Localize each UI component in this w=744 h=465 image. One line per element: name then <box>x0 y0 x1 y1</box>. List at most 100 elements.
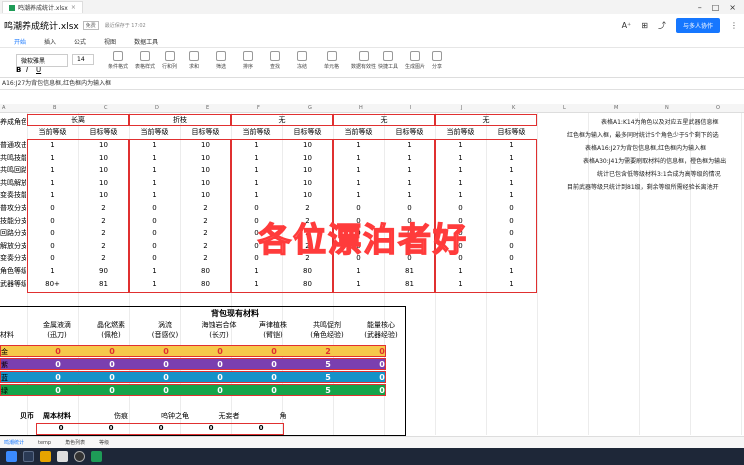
material-count[interactable]: 0 <box>247 372 301 384</box>
column-letter[interactable]: H <box>359 105 363 111</box>
column-letter[interactable]: N <box>665 105 669 111</box>
table-cell[interactable]: 2 <box>78 216 129 227</box>
table-cell[interactable]: 1 <box>333 165 384 176</box>
table-cell[interactable]: 1 <box>27 178 78 189</box>
table-cell[interactable]: 10 <box>282 153 333 164</box>
table-cell[interactable]: 80 <box>180 279 231 290</box>
material-count[interactable]: 0 <box>247 359 301 371</box>
document-title[interactable]: 鸣潮养成统计.xlsx <box>4 19 79 32</box>
material-count[interactable]: 0 <box>193 359 247 371</box>
table-cell[interactable]: 1 <box>384 178 435 189</box>
table-cell[interactable]: 1 <box>435 178 486 189</box>
material-count[interactable]: 0 <box>139 385 193 397</box>
material-count[interactable]: 0 <box>31 385 85 397</box>
table-cell[interactable]: 10 <box>282 165 333 176</box>
material-count[interactable]: 0 <box>85 372 139 384</box>
table-cell[interactable]: 80 <box>282 266 333 277</box>
table-cell[interactable]: 1 <box>435 266 486 277</box>
column-letter[interactable]: J <box>461 105 462 111</box>
file-tab[interactable]: 鸣潮养成统计.xlsx × <box>2 1 83 13</box>
column-letter[interactable]: M <box>614 105 618 111</box>
minimize-icon[interactable]: – <box>698 3 702 12</box>
table-cell[interactable]: 1 <box>27 140 78 151</box>
table-cell[interactable]: 10 <box>78 178 129 189</box>
font-size-select[interactable]: 14 <box>72 54 94 65</box>
table-cell[interactable]: 1 <box>27 266 78 277</box>
column-letter[interactable]: A <box>2 105 5 111</box>
share-icon[interactable]: ⤴ <box>658 20 666 31</box>
table-cell[interactable]: 1 <box>486 153 537 164</box>
table-cell[interactable]: 1 <box>129 153 180 164</box>
ribbon-button[interactable]: 生成图片 <box>405 51 425 70</box>
column-letter[interactable]: B <box>53 105 56 111</box>
table-cell[interactable]: 0 <box>27 241 78 252</box>
table-cell[interactable]: 1 <box>435 165 486 176</box>
table-cell[interactable]: 10 <box>180 165 231 176</box>
ribbon-button[interactable]: 筛选 <box>216 51 226 70</box>
italic-icon[interactable]: I <box>26 66 28 74</box>
table-cell[interactable]: 1 <box>129 279 180 290</box>
table-cell[interactable]: 2 <box>78 203 129 214</box>
more-icon[interactable]: ⋮ <box>730 21 738 30</box>
table-cell[interactable]: 1 <box>231 140 282 151</box>
material-count[interactable]: 0 <box>139 359 193 371</box>
table-cell[interactable]: 2 <box>180 253 231 264</box>
column-letter[interactable]: I <box>410 105 411 111</box>
table-cell[interactable]: 2 <box>180 203 231 214</box>
table-cell[interactable]: 1 <box>384 190 435 201</box>
table-cell[interactable]: 0 <box>486 216 537 227</box>
windows-start-icon[interactable] <box>6 451 17 462</box>
table-cell[interactable]: 1 <box>435 279 486 290</box>
table-cell[interactable]: 1 <box>231 279 282 290</box>
ribbon-button[interactable]: 查找 <box>270 51 280 70</box>
column-letter[interactable]: F <box>257 105 260 111</box>
taskbar-app-icon[interactable] <box>74 451 85 462</box>
menu-item[interactable]: 插入 <box>44 37 56 46</box>
table-cell[interactable]: 1 <box>384 165 435 176</box>
table-cell[interactable]: 80 <box>282 279 333 290</box>
ribbon-button[interactable]: 行和列 <box>162 51 177 70</box>
collaborate-button[interactable]: 与多人协作 <box>675 17 720 33</box>
table-cell[interactable]: 1 <box>435 140 486 151</box>
table-cell[interactable]: 1 <box>231 178 282 189</box>
table-cell[interactable]: 1 <box>333 153 384 164</box>
material-count[interactable]: 0 <box>355 385 409 397</box>
formula-bar[interactable]: A16:J27为背包信息框,红色框内为输入框 <box>0 78 744 90</box>
column-letter[interactable]: L <box>563 105 566 111</box>
column-letter[interactable]: O <box>716 105 720 111</box>
menu-item[interactable]: 公式 <box>74 37 86 46</box>
table-cell[interactable]: 10 <box>78 153 129 164</box>
material-count[interactable]: 5 <box>301 385 355 397</box>
ribbon-button[interactable]: 求和 <box>189 51 199 70</box>
table-cell[interactable]: 1 <box>486 190 537 201</box>
taskbar-app-icon[interactable] <box>23 451 34 462</box>
font-family-select[interactable]: 微软雅黑 <box>16 54 68 67</box>
table-cell[interactable]: 0 <box>486 228 537 239</box>
table-cell[interactable]: 10 <box>282 190 333 201</box>
table-cell[interactable]: 1 <box>486 165 537 176</box>
table-cell[interactable]: 0 <box>27 253 78 264</box>
table-cell[interactable]: 80+ <box>27 279 78 290</box>
table-cell[interactable]: 1 <box>27 190 78 201</box>
table-cell[interactable]: 1 <box>486 266 537 277</box>
ribbon-button[interactable]: 分享 <box>432 51 442 70</box>
material-count[interactable]: 5 <box>301 372 355 384</box>
material-count[interactable]: 0 <box>193 346 247 358</box>
table-cell[interactable]: 0 <box>486 253 537 264</box>
table-cell[interactable]: 0 <box>486 203 537 214</box>
sheet-tab[interactable]: 等级 <box>99 439 109 446</box>
table-cell[interactable]: 10 <box>282 140 333 151</box>
table-cell[interactable]: 81 <box>78 279 129 290</box>
column-letter[interactable]: E <box>206 105 209 111</box>
sheet-tab[interactable]: 角色列表 <box>65 439 85 446</box>
sheet-tab[interactable]: temp <box>38 440 51 446</box>
ribbon-button[interactable]: 冻结 <box>297 51 307 70</box>
bottom-value[interactable]: 0 <box>86 423 136 434</box>
table-cell[interactable]: 0 <box>129 228 180 239</box>
table-cell[interactable]: 0 <box>129 241 180 252</box>
table-cell[interactable]: 1 <box>27 153 78 164</box>
table-cell[interactable]: 1 <box>486 140 537 151</box>
menu-item[interactable]: 数据工具 <box>134 37 158 46</box>
table-cell[interactable]: 2 <box>180 216 231 227</box>
column-letter[interactable]: K <box>512 105 515 111</box>
